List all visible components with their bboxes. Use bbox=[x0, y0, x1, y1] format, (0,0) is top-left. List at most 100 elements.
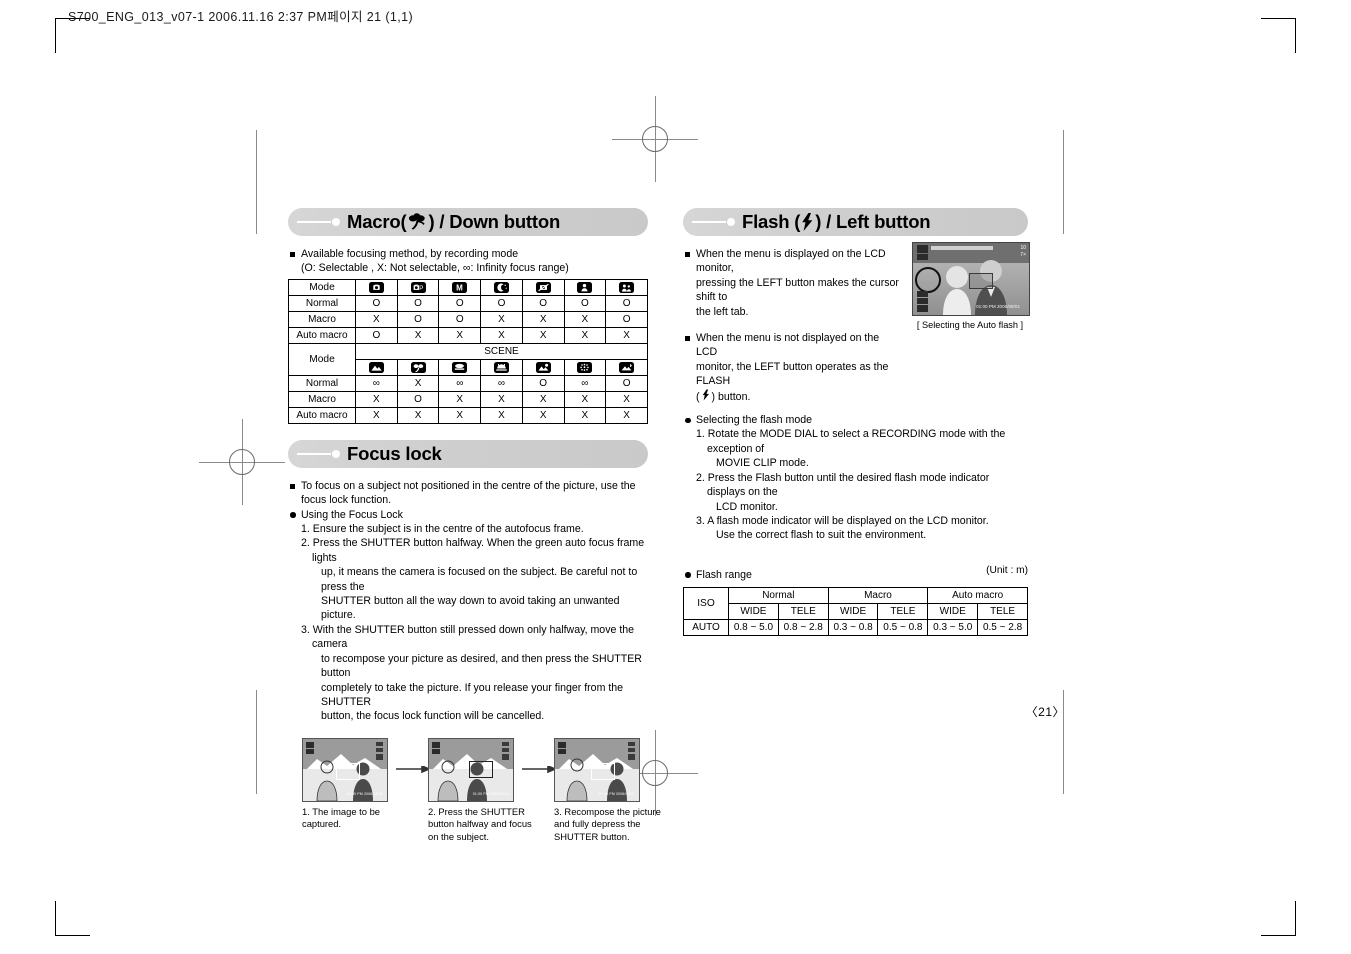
focus-lock-step-3c: completely to take the picture. If you r… bbox=[321, 681, 624, 708]
crop-mark-top-right bbox=[1261, 18, 1296, 53]
flash-step-2: 2. Press the Flash button until the desi… bbox=[696, 471, 990, 499]
row-label: Auto macro bbox=[288, 326, 356, 344]
mode-icon-auto bbox=[355, 278, 398, 296]
group-auto-macro: Auto macro bbox=[927, 586, 1028, 604]
focus-lock-bullet-2: Using the Focus Lock bbox=[288, 508, 648, 522]
cell: 0.5 ~ 2.8 bbox=[977, 618, 1028, 636]
left-column: Macro( ) / Down button Available focusin… bbox=[288, 208, 661, 842]
flash-heading-suffix: ) / Left button bbox=[815, 210, 931, 232]
cell: X bbox=[605, 326, 648, 344]
mode-icon-portrait bbox=[563, 278, 607, 296]
cell: X bbox=[521, 326, 565, 344]
table-row: Auto macro X X X X X X X bbox=[288, 406, 648, 424]
flash-range-label: Flash range bbox=[683, 568, 752, 582]
flash-heading-title: Flash ( ) / Left button bbox=[742, 210, 931, 232]
cell: X bbox=[563, 390, 607, 408]
flash-bullet-2-line-2: monitor, the LEFT button operates as the… bbox=[696, 360, 889, 388]
flash-bolt-icon bbox=[801, 213, 814, 231]
focus-lock-step-2b: up, it means the camera is focused on th… bbox=[321, 566, 638, 593]
shot-timestamp: 01:00 PM 2006/08/01 bbox=[472, 792, 509, 797]
flash-bullet-1-line-1: When the menu is displayed on the LCD mo… bbox=[683, 247, 901, 276]
cell: O bbox=[355, 326, 398, 344]
shot-timestamp: 01:00 PM 2006/08/01 bbox=[346, 792, 383, 797]
cell: O bbox=[521, 374, 565, 392]
cell: ∞ bbox=[480, 374, 523, 392]
flash-step-2b: LCD monitor. bbox=[716, 500, 778, 513]
scene-icon-sunset bbox=[480, 358, 523, 376]
table-row: Normal O O O O O O O bbox=[288, 294, 648, 312]
flash-lcd-illustration: 10 7× 01:00 PM 2006/08/01 [ Selecting the… bbox=[912, 242, 1030, 330]
scene-icon-dawn bbox=[521, 358, 565, 376]
night-mode-icon bbox=[493, 281, 509, 293]
arrow-right-icon bbox=[522, 765, 556, 773]
flash-inline-suffix: ) button. bbox=[711, 390, 751, 403]
row-label: Normal bbox=[288, 294, 356, 312]
flash-bullet-3: Selecting the flash mode bbox=[683, 413, 1028, 427]
cell: X bbox=[480, 390, 523, 408]
shot-timestamp: 01:00 PM 2006/08/01 bbox=[598, 792, 635, 797]
table-row: Auto macro O X X X X X X bbox=[288, 326, 648, 344]
auto-mode-icon bbox=[368, 281, 384, 293]
flash-step-1: 1. Rotate the MODE DIAL to select a RECO… bbox=[696, 428, 1006, 455]
text-scene-icon bbox=[452, 361, 468, 373]
page-number: 〈21〉 bbox=[1025, 705, 1065, 719]
cell: X bbox=[521, 310, 565, 328]
scene-group-label: SCENE bbox=[355, 342, 648, 360]
sunset-scene-icon bbox=[493, 361, 509, 373]
scene-mode-header-label: Mode bbox=[288, 342, 356, 376]
cell: X bbox=[396, 406, 440, 424]
table-row-scene-header: Mode SCENE bbox=[288, 342, 648, 376]
cell: X bbox=[396, 326, 440, 344]
focus-lock-shot-1: 01:00 PM 2006/08/01 bbox=[302, 737, 388, 802]
lcd-top-right-indicators: 10 7× bbox=[1020, 245, 1026, 258]
subheader-cell: TELE bbox=[977, 602, 1028, 620]
svg-text:P: P bbox=[419, 285, 423, 292]
flash-inline-prefix: ( bbox=[696, 390, 700, 403]
cell: 0.8 ~ 2.8 bbox=[777, 618, 829, 636]
cell: X bbox=[563, 310, 607, 328]
autofocus-frame bbox=[969, 273, 993, 289]
table-row-mode-header: Mode P M bbox=[288, 278, 648, 296]
cell: ∞ bbox=[355, 374, 398, 392]
group-macro: Macro bbox=[827, 586, 929, 604]
flash-lcd-caption: [ Selecting the Auto flash ] bbox=[916, 320, 1024, 330]
heading-lead-line bbox=[297, 449, 340, 458]
cell: 0.3 ~ 0.8 bbox=[827, 618, 879, 636]
cell: X bbox=[355, 390, 398, 408]
macro-heading-suffix: ) / Down button bbox=[428, 210, 561, 232]
cell: 0.8 ~ 5.0 bbox=[728, 618, 779, 636]
trim-line-left-bottom bbox=[256, 690, 257, 794]
mode-icon-asr bbox=[521, 278, 565, 296]
focus-lock-step-3d: button, the focus lock function will be … bbox=[321, 710, 545, 723]
flash-range-unit-label: (Unit : m) bbox=[986, 564, 1028, 576]
close-up-scene-icon bbox=[410, 361, 426, 373]
focus-lock-shot-3: 01:00 PM 2006/08/01 bbox=[554, 737, 640, 802]
sheet-header-text: S700_ENG_013_v07-1 2006.11.16 2:37 PM페이지… bbox=[68, 10, 414, 24]
row-label: Macro bbox=[288, 390, 356, 408]
cell: O bbox=[605, 310, 648, 328]
flash-heading-prefix: Flash ( bbox=[742, 210, 801, 232]
cell: O bbox=[396, 294, 440, 312]
focus-lock-step-3b: to recompose your picture as desired, an… bbox=[321, 652, 642, 680]
cell: X bbox=[438, 390, 482, 408]
cell: X bbox=[355, 406, 398, 424]
cell: X bbox=[480, 326, 523, 344]
registration-mark-left bbox=[199, 419, 285, 505]
subheader-cell: WIDE bbox=[728, 602, 779, 620]
focus-lock-step-2: 2. Press the SHUTTER button halfway. Whe… bbox=[301, 537, 645, 564]
scene-icon-landscape bbox=[355, 358, 398, 376]
manual-mode-icon: M bbox=[452, 281, 468, 293]
flash-bullet-2-line-1: When the menu is not displayed on the LC… bbox=[683, 331, 901, 360]
cell: X bbox=[438, 326, 482, 344]
scene-icon-fireworks bbox=[605, 358, 648, 376]
mode-icon-night bbox=[480, 278, 523, 296]
flash-range-table: ISO Normal Macro Auto macro WIDE TELE WI… bbox=[683, 586, 1028, 636]
cell: O bbox=[605, 374, 648, 392]
cell: 0.3 ~ 5.0 bbox=[927, 618, 979, 636]
flash-step-3b: Use the correct flash to suit the enviro… bbox=[716, 529, 927, 542]
cell: X bbox=[521, 406, 565, 424]
focus-lock-caption-2: 2. Press the SHUTTER button halfway and … bbox=[428, 805, 532, 842]
cell: O bbox=[438, 294, 482, 312]
crop-mark-bottom-left bbox=[55, 901, 90, 936]
group-normal: Normal bbox=[728, 586, 829, 604]
